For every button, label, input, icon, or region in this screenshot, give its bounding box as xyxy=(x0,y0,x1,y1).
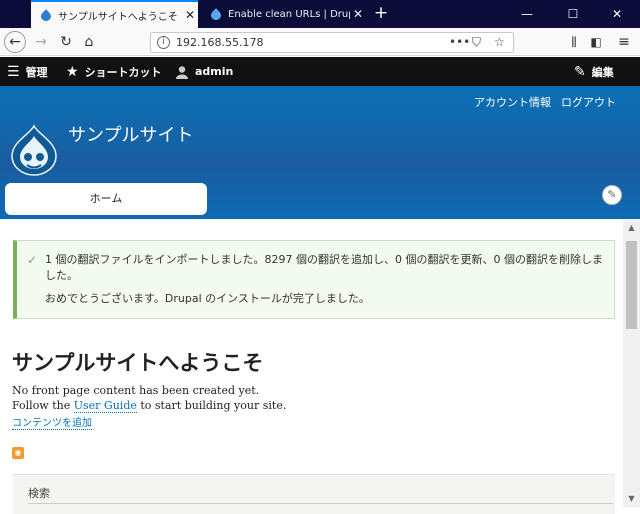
bookmark-star-icon[interactable]: ☆ xyxy=(494,35,505,49)
page-body: No front page content has been created y… xyxy=(12,383,286,413)
close-window-button[interactable]: ✕ xyxy=(594,0,640,28)
site-name[interactable]: サンプルサイト xyxy=(68,121,193,147)
no-content-text: No front page content has been created y… xyxy=(12,384,260,397)
user-guide-link[interactable]: User Guide xyxy=(73,399,137,413)
site-info-icon[interactable]: i xyxy=(157,36,170,49)
search-block: 検索 xyxy=(13,474,615,514)
drupal-favicon-icon xyxy=(41,9,51,21)
address-bar[interactable]: i 192.168.55.178 ••• ⛉ ☆ xyxy=(150,32,514,53)
home-icon[interactable]: ⌂ xyxy=(78,31,100,53)
pencil-icon: ✎ xyxy=(574,63,586,80)
rss-feed-icon[interactable]: ◉ xyxy=(12,447,24,459)
hamburger-icon: ☰ xyxy=(7,63,20,80)
tab-title: サンプルサイトへようこそ | サ xyxy=(58,11,182,23)
follow-prefix: Follow the xyxy=(12,399,74,412)
status-message-install: おめでとうございます。Drupal のインストールが完了しました。 xyxy=(45,292,370,305)
toolbar-edit[interactable]: ✎ 編集 xyxy=(574,57,614,86)
menu-icon[interactable]: ≡ xyxy=(613,31,635,53)
sidebar-icon[interactable]: ◧ xyxy=(585,31,607,53)
forward-button-icon[interactable]: → xyxy=(30,31,52,53)
back-button-icon[interactable]: ← xyxy=(4,31,26,53)
drupal-favicon-icon xyxy=(211,8,221,20)
follow-text: Follow the User Guide to start building … xyxy=(12,398,286,413)
maximize-button[interactable]: ☐ xyxy=(550,0,596,28)
reload-icon[interactable]: ↻ xyxy=(55,31,77,53)
scrollbar-thumb[interactable] xyxy=(626,241,637,329)
add-content-link[interactable]: コンテンツを追加 xyxy=(12,414,92,430)
status-message: ✓ 1 個の翻訳ファイルをインポートしました。8297 個の翻訳を追加し、0 個… xyxy=(13,240,615,319)
pocket-icon[interactable]: ⛉ xyxy=(472,35,481,50)
drupal-logo-icon[interactable] xyxy=(10,124,58,176)
close-tab-icon[interactable]: ✕ xyxy=(182,8,198,22)
new-tab-button[interactable]: + xyxy=(372,3,390,23)
home-tab[interactable]: ホーム xyxy=(5,183,207,215)
admin-toolbar: ☰ 管理 ★ ショートカット admin ✎ 編集 xyxy=(0,57,640,86)
logout-link[interactable]: ログアウト xyxy=(561,94,616,110)
toolbar-edit-label: 編集 xyxy=(591,65,614,79)
browser-tab-strip: サンプルサイトへようこそ | サ ✕ Enable clean URLs | D… xyxy=(0,0,640,28)
user-icon xyxy=(176,65,188,79)
site-header: アカウント情報 ログアウト サンプルサイト ホーム ✎ xyxy=(0,86,640,219)
checkmark-icon: ✓ xyxy=(27,253,38,267)
edit-pencil-icon[interactable]: ✎ xyxy=(602,185,622,205)
search-divider xyxy=(28,503,613,504)
close-tab-icon[interactable]: ✕ xyxy=(350,7,366,21)
scroll-up-icon[interactable]: ▲ xyxy=(623,219,640,236)
status-message-import: 1 個の翻訳ファイルをインポートしました。8297 個の翻訳を追加し、0 個の翻… xyxy=(45,253,603,282)
scroll-down-icon[interactable]: ▼ xyxy=(623,490,640,507)
library-icon[interactable]: ⫼ xyxy=(563,31,585,53)
toolbar-user-label: admin xyxy=(195,65,234,78)
toolbar-manage[interactable]: ☰ 管理 xyxy=(7,57,48,86)
toolbar-shortcuts[interactable]: ★ ショートカット xyxy=(66,57,162,86)
account-link[interactable]: アカウント情報 xyxy=(474,94,551,110)
page-title: サンプルサイトへようこそ xyxy=(12,350,264,375)
minimize-button[interactable]: — xyxy=(504,0,550,28)
search-block-title: 検索 xyxy=(28,487,50,500)
browser-nav-bar: ← → ↻ ⌂ i 192.168.55.178 ••• ⛉ ☆ ⫼ ◧ ≡ xyxy=(0,28,640,56)
star-icon: ★ xyxy=(66,63,79,80)
address-text[interactable]: 192.168.55.178 xyxy=(176,36,263,49)
toolbar-user[interactable]: admin xyxy=(175,57,233,86)
follow-suffix: to start building your site. xyxy=(136,399,287,412)
tab-title: Enable clean URLs | Drupal 7 gu xyxy=(228,8,350,20)
browser-tab[interactable]: Enable clean URLs | Drupal 7 gu ✕ xyxy=(201,0,366,28)
browser-tab-active[interactable]: サンプルサイトへようこそ | サ ✕ xyxy=(31,0,198,28)
toolbar-manage-label: 管理 xyxy=(25,65,48,79)
toolbar-shortcuts-label: ショートカット xyxy=(84,65,162,79)
page-scrollbar[interactable]: ▲ ▼ xyxy=(623,219,640,507)
page-actions-icon[interactable]: ••• xyxy=(449,35,470,49)
